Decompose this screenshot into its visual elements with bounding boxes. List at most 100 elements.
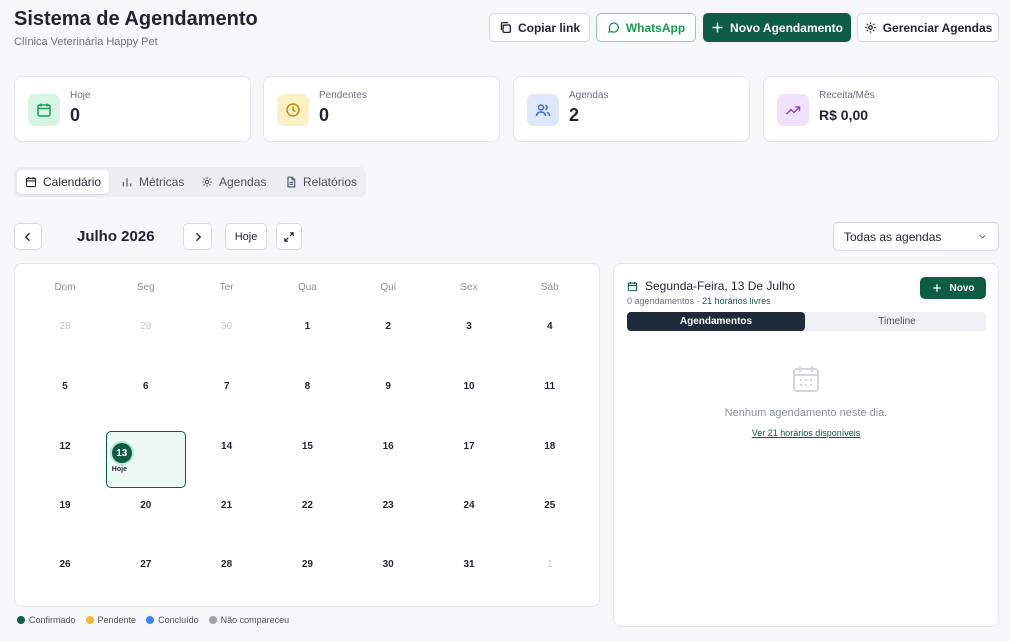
manage-agendas-button[interactable]: Gerenciar Agendas [857, 13, 999, 42]
calendar-day[interactable]: 5 [25, 369, 105, 426]
calendar-day[interactable]: 6 [106, 369, 186, 426]
new-button-label: Novo [949, 282, 975, 294]
calendar-day[interactable]: 22 [267, 488, 347, 545]
tab-metrics[interactable]: Métricas [113, 170, 192, 194]
day-number: 23 [382, 500, 394, 511]
today-button-label: Hoje [234, 230, 258, 243]
calendar-day[interactable]: 31 [429, 547, 509, 604]
view-slots-link[interactable]: Ver 21 horários disponíveis [614, 428, 998, 438]
calendar-day[interactable]: 7 [187, 369, 267, 426]
calendar-day[interactable]: 21 [187, 488, 267, 545]
calendar-day[interactable]: 24 [429, 488, 509, 545]
calendar-day[interactable]: 11 [510, 369, 590, 426]
stat-value: 0 [319, 105, 330, 125]
tab-reports[interactable]: Relatórios [277, 170, 365, 194]
calendar-day[interactable]: 29 [106, 309, 186, 366]
calendar-day[interactable]: 29 [267, 547, 347, 604]
day-number: 29 [301, 559, 313, 570]
weekday-header: Ter [219, 282, 234, 293]
tab-appointments[interactable]: Agendamentos [627, 312, 805, 331]
agenda-filter-select[interactable]: Todas as agendas [833, 222, 999, 251]
month-label: Julho 2026 [77, 228, 155, 245]
calendar-day[interactable]: 1 [267, 309, 347, 366]
calendar-day[interactable]: 13 Hoje [105, 431, 186, 488]
day-number: 11 [544, 381, 556, 392]
next-month-button[interactable] [183, 223, 212, 250]
expand-icon [284, 231, 294, 242]
legend-item: Não compareceu [208, 615, 290, 625]
copy-link-button[interactable]: Copiar link [489, 13, 590, 42]
legend-item: Confirmado [17, 615, 76, 625]
calendar-day[interactable]: 14 [187, 429, 267, 486]
stat-label: Receita/Mês [819, 90, 875, 101]
legend-label: Confirmado [29, 615, 76, 625]
legend-item: Concluído [146, 615, 199, 625]
day-number: 19 [59, 500, 71, 511]
calendar-day[interactable]: 10 [429, 369, 509, 426]
calendar-day[interactable]: 3 [429, 309, 509, 366]
day-number: 18 [544, 441, 556, 452]
calendar-day[interactable]: 23 [348, 488, 428, 545]
calendar-day[interactable]: 18 [510, 429, 590, 486]
tab-calendar[interactable]: Calendário [17, 170, 110, 194]
calendar-day[interactable]: 4 [510, 309, 590, 366]
stat-value: R$ 0,00 [819, 107, 869, 123]
today-button[interactable]: Hoje [225, 223, 267, 250]
day-number: 7 [223, 381, 230, 392]
calendar-day[interactable]: 19 [25, 488, 105, 545]
legend-label: Não compareceu [220, 615, 290, 625]
file-text-icon [287, 176, 296, 188]
tab-label: Relatórios [303, 175, 358, 189]
plus-icon [932, 284, 941, 292]
calendar-day[interactable]: 17 [429, 429, 509, 486]
calendar-day[interactable]: 15 [267, 429, 347, 486]
calendar-day[interactable]: 9 [348, 369, 428, 426]
tab-timeline[interactable]: Timeline [808, 312, 986, 331]
legend-dot [17, 616, 25, 624]
calendar-day[interactable]: 30 [348, 547, 428, 604]
manage-agendas-label: Gerenciar Agendas [882, 20, 993, 35]
calendar-day[interactable]: 28 [25, 309, 105, 366]
chevron-left-icon [24, 232, 30, 241]
new-button[interactable]: Novo [920, 277, 986, 299]
day-number: 2 [385, 321, 391, 332]
free-slots: · 21 horários livres [696, 296, 771, 306]
tab-label: Métricas [139, 175, 185, 189]
gear-icon [864, 22, 876, 33]
calendar-day[interactable]: 8 [267, 369, 347, 426]
tab-label: Calendário [43, 175, 102, 189]
legend-dot [85, 616, 94, 624]
legend-item: Pendente [85, 615, 136, 625]
view-tabs: Calendário Métricas Agendas Relatórios [14, 167, 366, 197]
today-tag: Hoje [111, 466, 127, 473]
clock-icon [277, 94, 309, 126]
prev-month-button[interactable] [14, 223, 42, 250]
legend-dot [208, 616, 217, 624]
day-summary: 0 agendamentos · 21 horários livres [627, 296, 771, 306]
tab-agendas[interactable]: Agendas [193, 170, 274, 194]
chevron-right-icon [195, 232, 201, 241]
calendar-day[interactable]: 12 [25, 429, 105, 486]
day-number: 14 [221, 441, 233, 452]
calendar-day[interactable]: 2 [348, 309, 428, 366]
calendar-day[interactable]: 26 [25, 547, 105, 604]
new-appointment-button[interactable]: Novo Agendamento [703, 13, 851, 42]
day-number: 12 [59, 441, 71, 452]
calendar-day[interactable]: 28 [187, 547, 267, 604]
weekday-header: Sáb [540, 282, 559, 293]
weekday-header: Seg [136, 282, 155, 293]
day-number: 20 [140, 500, 152, 511]
calendar-day[interactable]: 27 [106, 547, 186, 604]
agenda-filter-value: Todas as agendas [844, 229, 942, 244]
calendar-day[interactable]: 30 [187, 309, 267, 366]
calendar-day[interactable]: 25 [510, 488, 590, 545]
calendar-icon [627, 281, 638, 291]
calendar-day[interactable]: 16 [348, 429, 428, 486]
whatsapp-button[interactable]: WhatsApp [596, 13, 696, 42]
expand-button[interactable] [276, 223, 302, 250]
copy-icon [500, 21, 512, 34]
tab-label: Agendas [219, 175, 267, 189]
calendar-day[interactable]: 1 [510, 547, 590, 604]
calendar-day[interactable]: 20 [106, 488, 186, 545]
day-number: 24 [463, 500, 475, 511]
